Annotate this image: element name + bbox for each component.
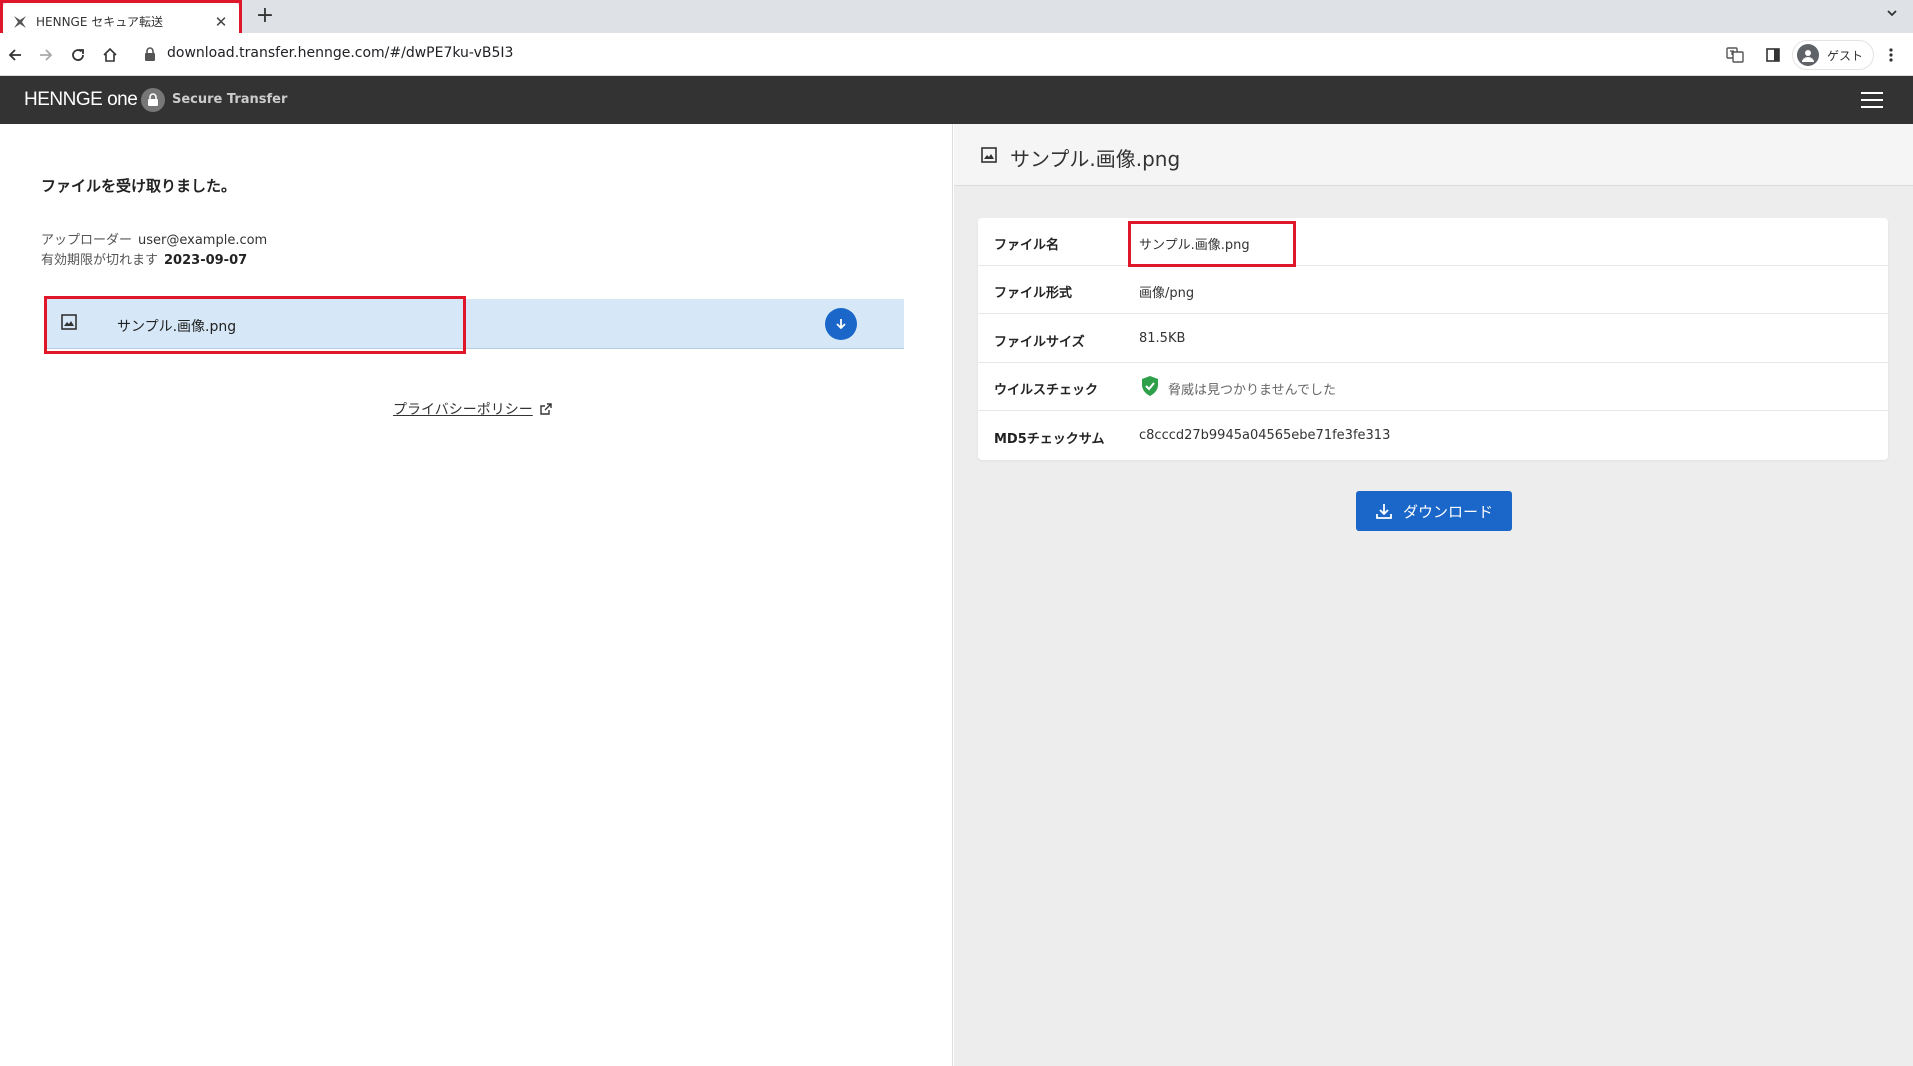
kebab-menu-icon[interactable] [1878,42,1904,68]
product-name: Secure Transfer [172,92,288,107]
address-bar[interactable]: download.transfer.hennge.com/#/dwPE7ku-v… [167,45,513,61]
secure-transfer-badge-icon [141,88,165,112]
tab-search-chevron-icon[interactable] [1885,6,1899,24]
detail-value: 81.5KB [1139,331,1186,346]
reload-icon[interactable] [65,42,91,68]
back-icon[interactable] [2,42,28,68]
detail-row-format: ファイル形式 画像/png [978,266,1888,314]
sidepanel-icon[interactable] [1760,42,1786,68]
app-header: HENNGE one Secure Transfer [0,76,1913,124]
profile-icon [1797,44,1819,66]
tab-close-icon[interactable]: ✕ [212,13,230,31]
external-link-icon [539,402,552,416]
hennge-favicon-icon [12,14,28,30]
lock-icon[interactable] [144,46,156,62]
detail-value: c8cccd27b9945a04565ebe71fe3fe313 [1139,428,1391,443]
hamburger-menu-icon[interactable] [1861,90,1883,110]
tab-title: HENNGE セキュア転送 [36,15,164,29]
detail-label: MD5チェックサム [994,432,1105,447]
detail-label: ウイルスチェック [994,383,1099,398]
file-download-button[interactable] [825,308,857,340]
download-button[interactable]: ダウンロード [1356,491,1512,531]
expiry-value: 2023-09-07 [164,253,248,268]
privacy-policy-link[interactable]: プライバシーポリシー [393,399,552,419]
profile-label: ゲスト [1827,48,1864,63]
file-item-name[interactable]: サンプル.画像.png [117,316,236,336]
shield-check-icon [1140,375,1160,397]
image-file-icon [980,146,998,164]
detail-label: ファイル名 [994,238,1060,253]
new-tab-button[interactable]: + [252,3,278,29]
forward-icon[interactable] [33,42,59,68]
image-file-icon [60,313,78,331]
detail-value: サンプル.画像.png [1139,238,1250,253]
profile-button[interactable]: ゲスト [1792,40,1875,70]
brand-logo[interactable]: HENNGE one [24,89,138,111]
detail-row-virus-check: ウイルスチェック 脅威は見つかりませんでした [978,363,1888,411]
browser-toolbar: download.transfer.hennge.com/#/dwPE7ku-v… [0,33,1913,76]
detail-row-md5: MD5チェックサム c8cccd27b9945a04565ebe71fe3fe3… [978,412,1888,460]
detail-label: ファイルサイズ [994,335,1085,350]
download-arrow-icon [834,317,848,331]
detail-value: 画像/png [1139,286,1195,301]
right-pane: サンプル.画像.png ファイル名 サンプル.画像.png ファイル形式 画像/… [954,124,1913,1066]
uploader-value: user@example.com [138,233,268,248]
detail-row-filename: ファイル名 サンプル.画像.png [978,218,1888,266]
uploader-row: アップローダー user@example.com [41,229,267,248]
received-title: ファイルを受け取りました。 [41,177,237,195]
home-icon[interactable] [97,42,123,68]
detail-title: サンプル.画像.png [1010,147,1181,171]
download-button-label: ダウンロード [1402,502,1493,521]
detail-header: サンプル.画像.png [954,124,1913,186]
file-list-item[interactable]: サンプル.画像.png [44,299,904,349]
uploader-label: アップローダー [41,233,133,248]
expiry-row: 有効期限が切れます 2023-09-07 [41,249,247,268]
detail-value: 脅威は見つかりませんでした [1168,383,1336,398]
detail-label: ファイル形式 [994,286,1073,301]
translate-icon[interactable] [1722,42,1748,68]
detail-row-size: ファイルサイズ 81.5KB [978,315,1888,363]
privacy-policy-label: プライバシーポリシー [393,402,533,418]
expiry-label: 有効期限が切れます [41,253,159,268]
file-detail-card: ファイル名 サンプル.画像.png ファイル形式 画像/png ファイルサイズ … [978,218,1888,460]
download-icon [1375,502,1393,520]
browser-tab-bar: HENNGE セキュア転送 ✕ + [0,0,1913,41]
left-pane: ファイルを受け取りました。 アップローダー user@example.com 有効… [0,124,953,1066]
